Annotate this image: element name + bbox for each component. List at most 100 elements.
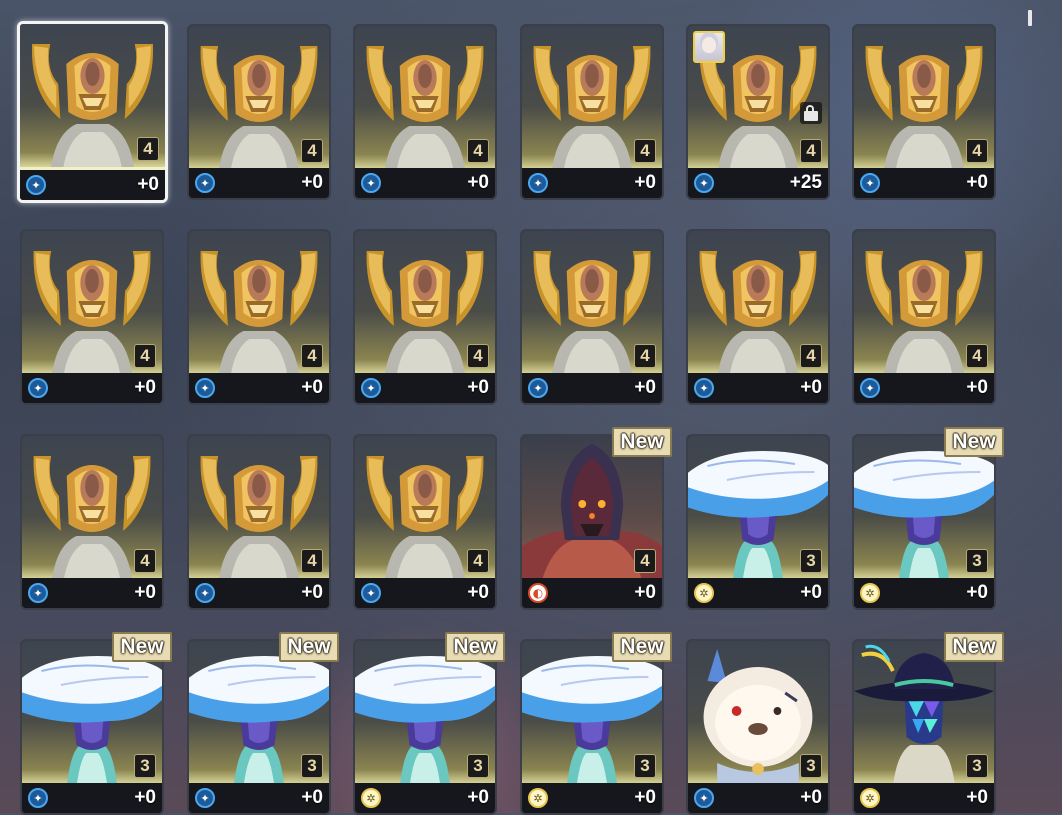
rank-badge: 3 [800, 549, 822, 573]
blue-element-icon [361, 378, 381, 398]
card-footer: +0 [189, 168, 329, 198]
blue-element-icon [28, 788, 48, 808]
enhance-level: +0 [966, 172, 988, 193]
blue-element-icon [195, 173, 215, 193]
rank-badge: 3 [301, 754, 323, 778]
scrollbar-thumb[interactable] [1028, 10, 1032, 26]
enhance-level: +0 [467, 582, 489, 603]
character-card[interactable]: 4+0 [187, 229, 331, 405]
character-card[interactable]: 4+0 [353, 434, 497, 610]
character-card[interactable]: 4+0 [187, 24, 331, 200]
rank-badge: 4 [634, 139, 656, 163]
card-footer: +0 [22, 783, 162, 813]
character-card[interactable]: 4+0 [20, 434, 164, 610]
character-card[interactable]: 3+0 [187, 639, 331, 815]
character-card[interactable]: 3+0 [520, 639, 664, 815]
enhance-level: +0 [800, 787, 822, 808]
character-card[interactable]: 4+0 [520, 229, 664, 405]
card-footer: +0 [688, 373, 828, 403]
character-card[interactable]: 4+0 [520, 24, 664, 200]
rank-badge: 4 [966, 344, 988, 368]
card-footer: +0 [522, 168, 662, 198]
blue-element-icon [694, 173, 714, 193]
yellow-element-icon [860, 583, 880, 603]
rank-badge: 4 [966, 139, 988, 163]
card-footer: +0 [355, 373, 495, 403]
enhance-level: +0 [467, 172, 489, 193]
character-card[interactable]: 3+0 [852, 434, 996, 610]
card-footer: +0 [522, 578, 662, 608]
character-card[interactable]: 4+0 [520, 434, 664, 610]
rank-badge: 3 [966, 754, 988, 778]
enhance-level: +0 [800, 582, 822, 603]
red-element-icon [528, 583, 548, 603]
enhance-level: +0 [134, 787, 156, 808]
rank-badge: 4 [467, 549, 489, 573]
rank-badge: 4 [800, 344, 822, 368]
card-footer: +0 [688, 578, 828, 608]
character-card[interactable]: 4+0 [17, 21, 168, 203]
rank-badge: 4 [467, 139, 489, 163]
character-card[interactable]: 3+0 [852, 639, 996, 815]
rank-badge: 4 [301, 344, 323, 368]
card-footer: +0 [688, 783, 828, 813]
character-card[interactable]: 4+0 [686, 229, 830, 405]
enhance-level: +0 [634, 787, 656, 808]
blue-element-icon [860, 173, 880, 193]
card-footer: +0 [189, 783, 329, 813]
blue-element-icon [860, 378, 880, 398]
new-badge: New [279, 632, 339, 662]
card-footer: +25 [688, 168, 828, 198]
card-footer: +0 [854, 168, 994, 198]
card-footer: +0 [355, 783, 495, 813]
rank-badge: 4 [134, 344, 156, 368]
rank-badge: 4 [800, 139, 822, 163]
blue-element-icon [28, 378, 48, 398]
enhance-level: +0 [467, 787, 489, 808]
enhance-level: +0 [966, 582, 988, 603]
rank-badge: 3 [966, 549, 988, 573]
character-card[interactable]: 4+0 [353, 229, 497, 405]
rank-badge: 4 [301, 139, 323, 163]
new-badge: New [112, 632, 172, 662]
lock-icon [800, 102, 822, 124]
card-footer: +0 [189, 578, 329, 608]
blue-element-icon [694, 788, 714, 808]
character-card[interactable]: 3+0 [686, 639, 830, 815]
rank-badge: 4 [134, 549, 156, 573]
character-card[interactable]: 4+0 [20, 229, 164, 405]
enhance-level: +0 [301, 582, 323, 603]
new-badge: New [445, 632, 505, 662]
character-card[interactable]: 4+0 [852, 229, 996, 405]
enhance-level: +0 [301, 377, 323, 398]
enhance-level: +0 [634, 377, 656, 398]
character-card[interactable]: 4+25 [686, 24, 830, 200]
yellow-element-icon [694, 583, 714, 603]
enhance-level: +0 [634, 582, 656, 603]
character-card[interactable]: 3+0 [20, 639, 164, 815]
blue-element-icon [528, 173, 548, 193]
character-card[interactable]: 4+0 [187, 434, 331, 610]
card-footer: +0 [522, 783, 662, 813]
character-card[interactable]: 4+0 [852, 24, 996, 200]
equipped-by-avatar [693, 31, 725, 63]
blue-element-icon [195, 378, 215, 398]
rank-badge: 3 [800, 754, 822, 778]
rank-badge: 3 [467, 754, 489, 778]
enhance-level: +0 [134, 582, 156, 603]
character-card[interactable]: 3+0 [686, 434, 830, 610]
blue-element-icon [361, 583, 381, 603]
blue-element-icon [361, 173, 381, 193]
card-footer: +0 [854, 783, 994, 813]
blue-element-icon [26, 175, 46, 195]
enhance-level: +0 [966, 377, 988, 398]
new-badge: New [944, 427, 1004, 457]
yellow-element-icon [528, 788, 548, 808]
scrollbar[interactable] [1028, 10, 1032, 810]
blue-element-icon [694, 378, 714, 398]
character-card[interactable]: 3+0 [353, 639, 497, 815]
blue-element-icon [528, 378, 548, 398]
character-card[interactable]: 4+0 [353, 24, 497, 200]
rank-badge: 3 [134, 754, 156, 778]
yellow-element-icon [860, 788, 880, 808]
